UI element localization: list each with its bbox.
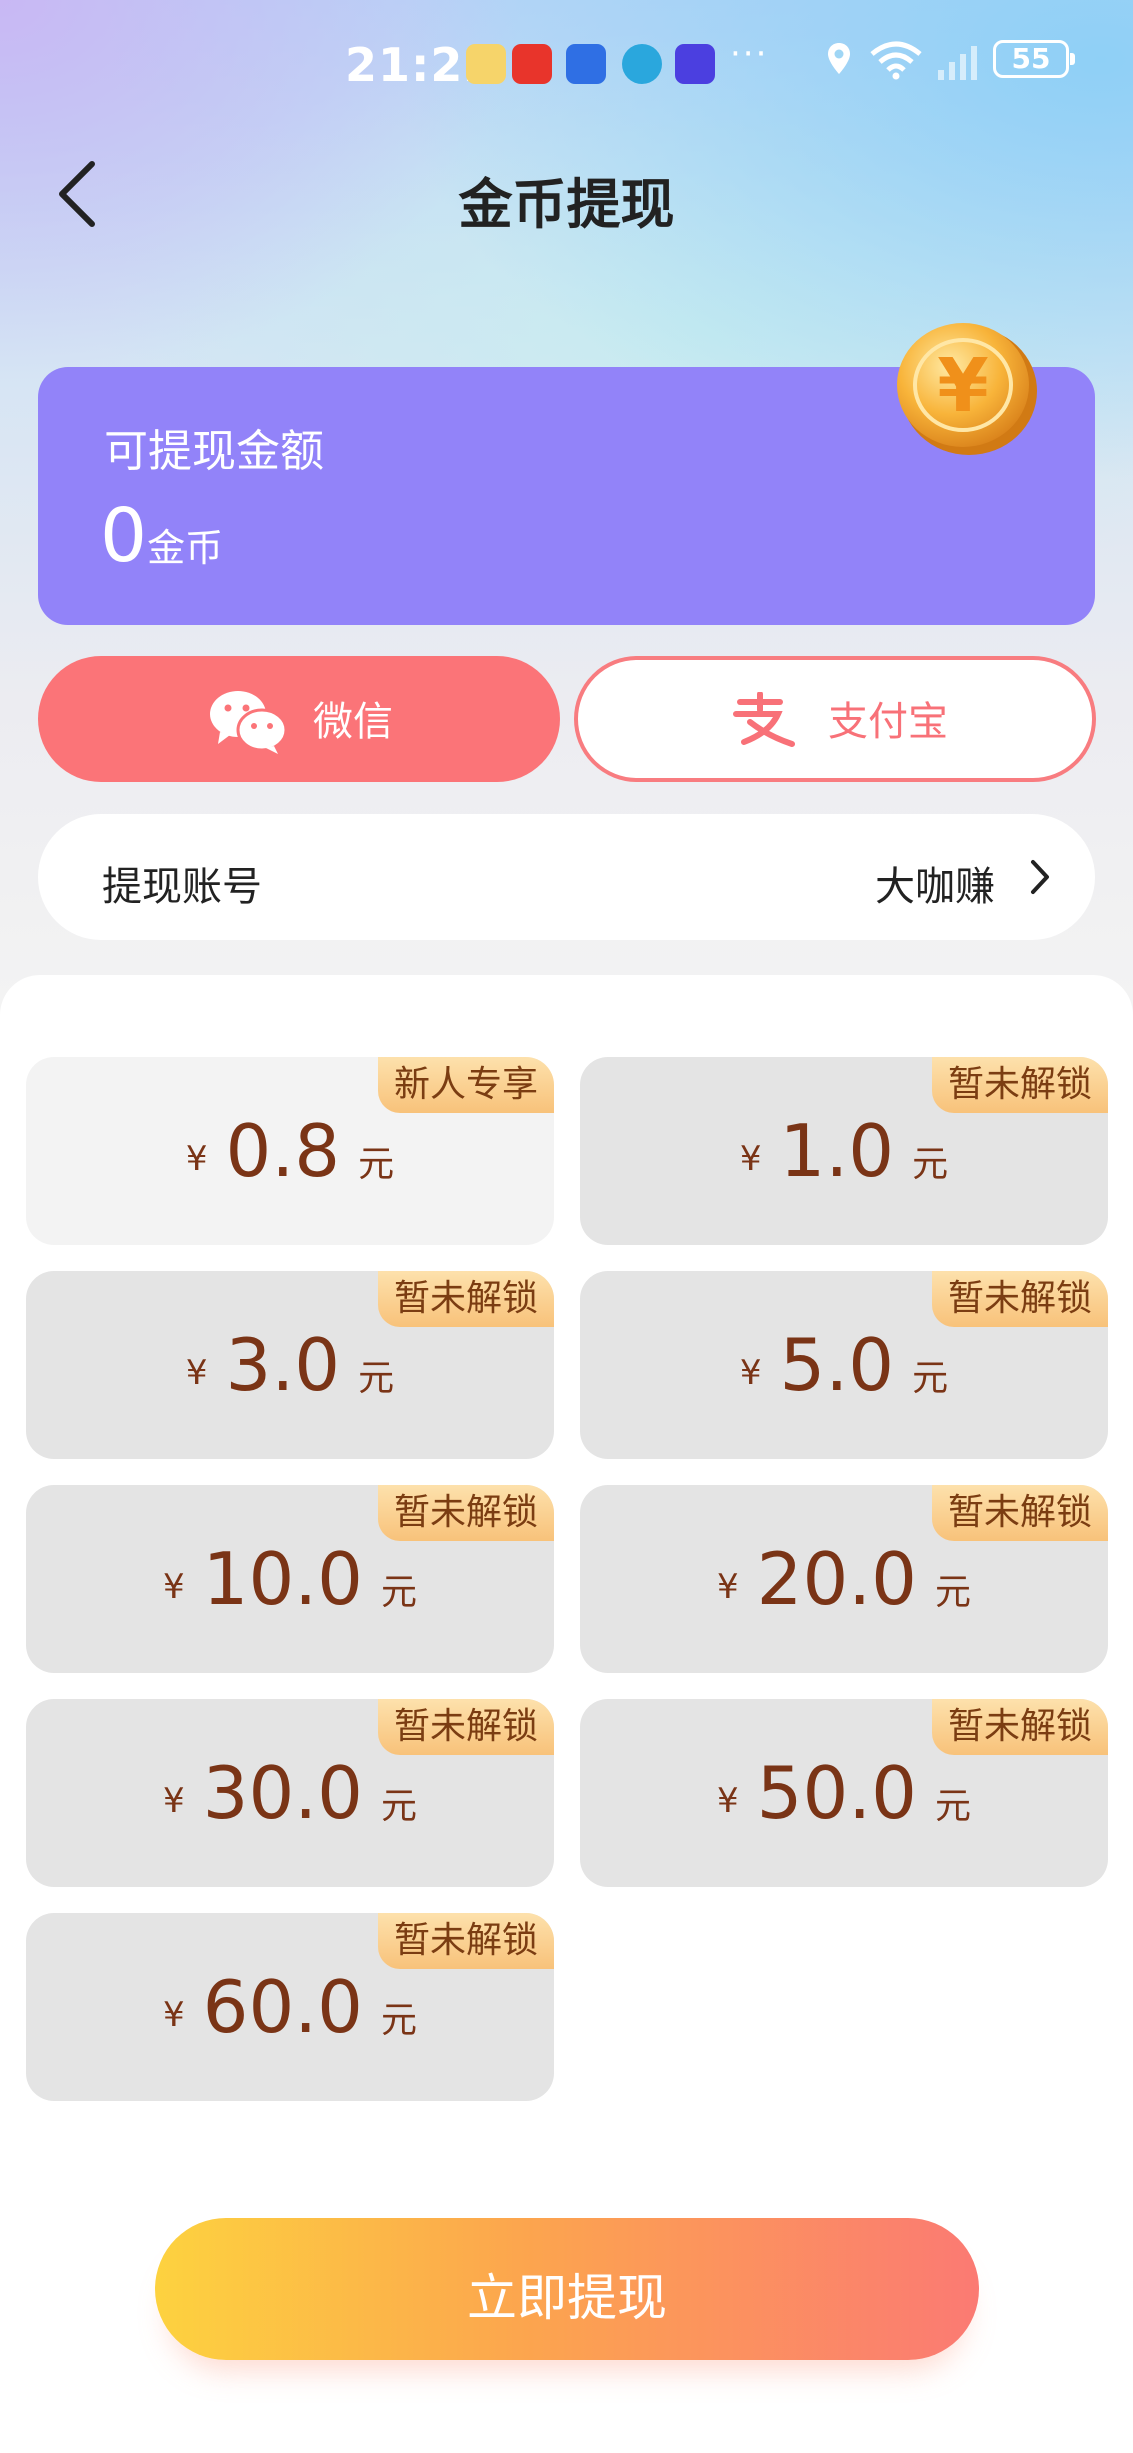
option-badge: 暂未解锁	[931, 1057, 1108, 1113]
location-icon	[828, 43, 850, 74]
alipay-tab[interactable]: 支付宝	[574, 656, 1096, 782]
yuan-unit: 元	[358, 1144, 395, 1185]
balance-amount: 0金币	[100, 493, 223, 579]
browser-app-notification-icon	[622, 44, 662, 84]
amount-option[interactable]: 新人专享 ¥0.8 元	[26, 1057, 554, 1245]
yen-symbol: ¥	[739, 1139, 762, 1179]
yen-symbol: ¥	[717, 1781, 739, 1821]
option-price: ¥1.0 元	[580, 1109, 1108, 1193]
option-badge: 暂未解锁	[377, 1271, 554, 1327]
option-amount: 10.0	[202, 1537, 363, 1621]
yuan-unit: 元	[912, 1144, 949, 1185]
amount-option[interactable]: 暂未解锁 ¥5.0 元	[580, 1271, 1108, 1459]
option-price: ¥3.0 元	[26, 1323, 554, 1407]
app-notification-icon	[466, 44, 506, 84]
battery-indicator: 55	[993, 40, 1075, 78]
option-badge: 暂未解锁	[377, 1485, 554, 1541]
withdraw-account-row[interactable]: 提现账号 大咖赚	[38, 814, 1095, 940]
amount-option[interactable]: 暂未解锁 ¥20.0 元	[580, 1485, 1108, 1673]
wifi-icon	[870, 41, 922, 80]
balance-unit: 金币	[147, 526, 224, 570]
yuan-unit: 元	[358, 1358, 395, 1399]
option-badge: 新人专享	[377, 1057, 554, 1113]
option-amount: 1.0	[779, 1109, 895, 1193]
account-label: 提现账号	[102, 864, 262, 910]
option-badge: 暂未解锁	[931, 1485, 1108, 1541]
amount-option[interactable]: 暂未解锁 ¥30.0 元	[26, 1699, 554, 1887]
page-title: 金币提现	[458, 173, 675, 236]
yen-symbol: ¥	[163, 1781, 185, 1821]
balance-label: 可提现金额	[104, 426, 324, 477]
amount-option[interactable]: 暂未解锁 ¥60.0 元	[26, 1913, 554, 2101]
option-amount: 5.0	[779, 1323, 895, 1407]
svg-text:¥: ¥	[937, 343, 989, 429]
signal-icon	[938, 46, 977, 80]
ai-app-notification-icon	[675, 44, 715, 84]
yuan-unit: 元	[380, 2000, 417, 2041]
withdraw-now-label: 立即提现	[467, 2269, 667, 2327]
option-amount: 30.0	[202, 1751, 363, 1835]
option-badge: 暂未解锁	[377, 1699, 554, 1755]
video-app-notification-icon	[512, 44, 552, 84]
yen-symbol: ¥	[185, 1353, 208, 1393]
option-badge: 暂未解锁	[931, 1271, 1108, 1327]
option-amount: 3.0	[225, 1323, 341, 1407]
yuan-unit: 元	[380, 1572, 417, 1613]
option-amount: 20.0	[756, 1537, 917, 1621]
account-value: 大咖赚	[875, 864, 995, 910]
wechat-icon	[210, 691, 288, 754]
option-price: ¥50.0 元	[580, 1751, 1108, 1835]
option-price: ¥0.8 元	[26, 1109, 554, 1193]
yen-symbol: ¥	[739, 1353, 762, 1393]
status-bar: 21:22 ··· 55	[0, 30, 1133, 100]
amount-option[interactable]: 暂未解锁 ¥3.0 元	[26, 1271, 554, 1459]
yuan-unit: 元	[912, 1358, 949, 1399]
yen-symbol: ¥	[163, 1567, 185, 1607]
option-price: ¥60.0 元	[26, 1965, 554, 2049]
yuan-unit: 元	[380, 1786, 417, 1827]
yuan-unit: 元	[934, 1572, 971, 1613]
alipay-icon	[733, 692, 795, 747]
more-notifications-icon: ···	[730, 34, 769, 74]
amount-option[interactable]: 暂未解锁 ¥10.0 元	[26, 1485, 554, 1673]
balance-value: 0	[100, 493, 148, 579]
option-badge: 暂未解锁	[931, 1699, 1108, 1755]
option-price: ¥10.0 元	[26, 1537, 554, 1621]
option-amount: 50.0	[756, 1751, 917, 1835]
yen-symbol: ¥	[185, 1139, 208, 1179]
wechat-label: 微信	[313, 699, 393, 745]
chevron-right-icon	[1031, 860, 1049, 894]
option-amount: 0.8	[225, 1109, 341, 1193]
withdraw-now-button[interactable]: 立即提现	[155, 2218, 979, 2360]
yen-symbol: ¥	[717, 1567, 739, 1607]
wechat-pay-tab[interactable]: 微信	[38, 656, 560, 782]
option-price: ¥30.0 元	[26, 1751, 554, 1835]
option-price: ¥5.0 元	[580, 1323, 1108, 1407]
option-price: ¥20.0 元	[580, 1537, 1108, 1621]
alipay-label: 支付宝	[828, 699, 948, 745]
option-amount: 60.0	[202, 1965, 363, 2049]
amount-option[interactable]: 暂未解锁 ¥1.0 元	[580, 1057, 1108, 1245]
map-app-notification-icon	[566, 44, 606, 84]
yen-symbol: ¥	[163, 1995, 185, 2035]
gold-coin-icon: ¥	[897, 323, 1037, 455]
yuan-unit: 元	[934, 1786, 971, 1827]
amount-option[interactable]: 暂未解锁 ¥50.0 元	[580, 1699, 1108, 1887]
option-badge: 暂未解锁	[377, 1913, 554, 1969]
